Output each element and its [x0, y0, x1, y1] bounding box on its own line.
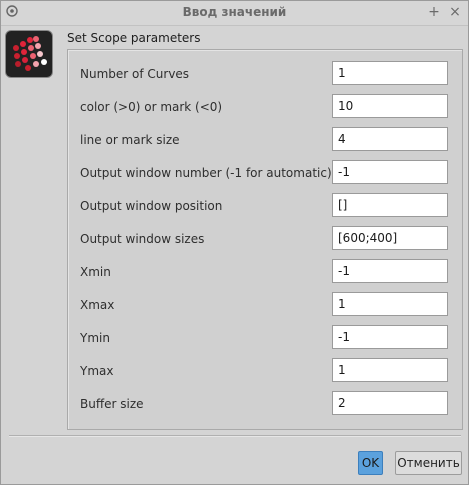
- field-row-buffer-size: Buffer size: [68, 391, 462, 417]
- field-row-ymax: Ymax: [68, 358, 462, 384]
- scicos-logo-icon: [5, 30, 53, 78]
- field-label: Xmin: [80, 265, 111, 279]
- field-label: Xmax: [80, 298, 115, 312]
- title-bar: Ввод значений + ×: [1, 1, 468, 26]
- field-label: Number of Curves: [80, 67, 190, 81]
- ok-button[interactable]: OK: [358, 451, 383, 475]
- xmax-input[interactable]: [332, 292, 448, 316]
- field-row-window-sizes: Output window sizes: [68, 226, 462, 252]
- field-row-xmin: Xmin: [68, 259, 462, 285]
- ymax-input[interactable]: [332, 358, 448, 382]
- xmin-input[interactable]: [332, 259, 448, 283]
- field-label: Buffer size: [80, 397, 144, 411]
- footer-divider: [9, 435, 461, 437]
- field-row-window-position: Output window position: [68, 193, 462, 219]
- field-label: Output window sizes: [80, 232, 205, 246]
- field-row-xmax: Xmax: [68, 292, 462, 318]
- field-label: Output window position: [80, 199, 223, 213]
- field-row-color: color (>0) or mark (<0): [68, 94, 462, 120]
- color-input[interactable]: [332, 94, 448, 118]
- parameters-panel: Number of Curves color (>0) or mark (<0)…: [67, 49, 463, 430]
- dialog-window: Ввод значений + × Set Scope parameters N…: [0, 0, 469, 485]
- ymin-input[interactable]: [332, 325, 448, 349]
- field-row-ymin: Ymin: [68, 325, 462, 351]
- field-label: Ymax: [80, 364, 114, 378]
- field-row-window-number: Output window number (-1 for automatic): [68, 160, 462, 186]
- dialog-header: Set Scope parameters: [67, 31, 201, 45]
- close-icon[interactable]: ×: [448, 4, 462, 20]
- field-label: color (>0) or mark (<0): [80, 100, 223, 114]
- field-label: Output window number (-1 for automatic): [80, 166, 332, 180]
- window-number-input[interactable]: [332, 160, 448, 184]
- cancel-button[interactable]: Отменить: [395, 451, 462, 475]
- window-title: Ввод значений: [182, 5, 287, 19]
- field-label: Ymin: [80, 331, 110, 345]
- buffer-size-input[interactable]: [332, 391, 448, 415]
- field-label: line or mark size: [80, 133, 180, 147]
- maximize-icon[interactable]: +: [427, 4, 441, 20]
- window-position-input[interactable]: [332, 193, 448, 217]
- number-of-curves-input[interactable]: [332, 61, 448, 85]
- window-sizes-input[interactable]: [332, 226, 448, 250]
- line-size-input[interactable]: [332, 127, 448, 151]
- field-row-line-size: line or mark size: [68, 127, 462, 153]
- field-row-number-of-curves: Number of Curves: [68, 61, 462, 87]
